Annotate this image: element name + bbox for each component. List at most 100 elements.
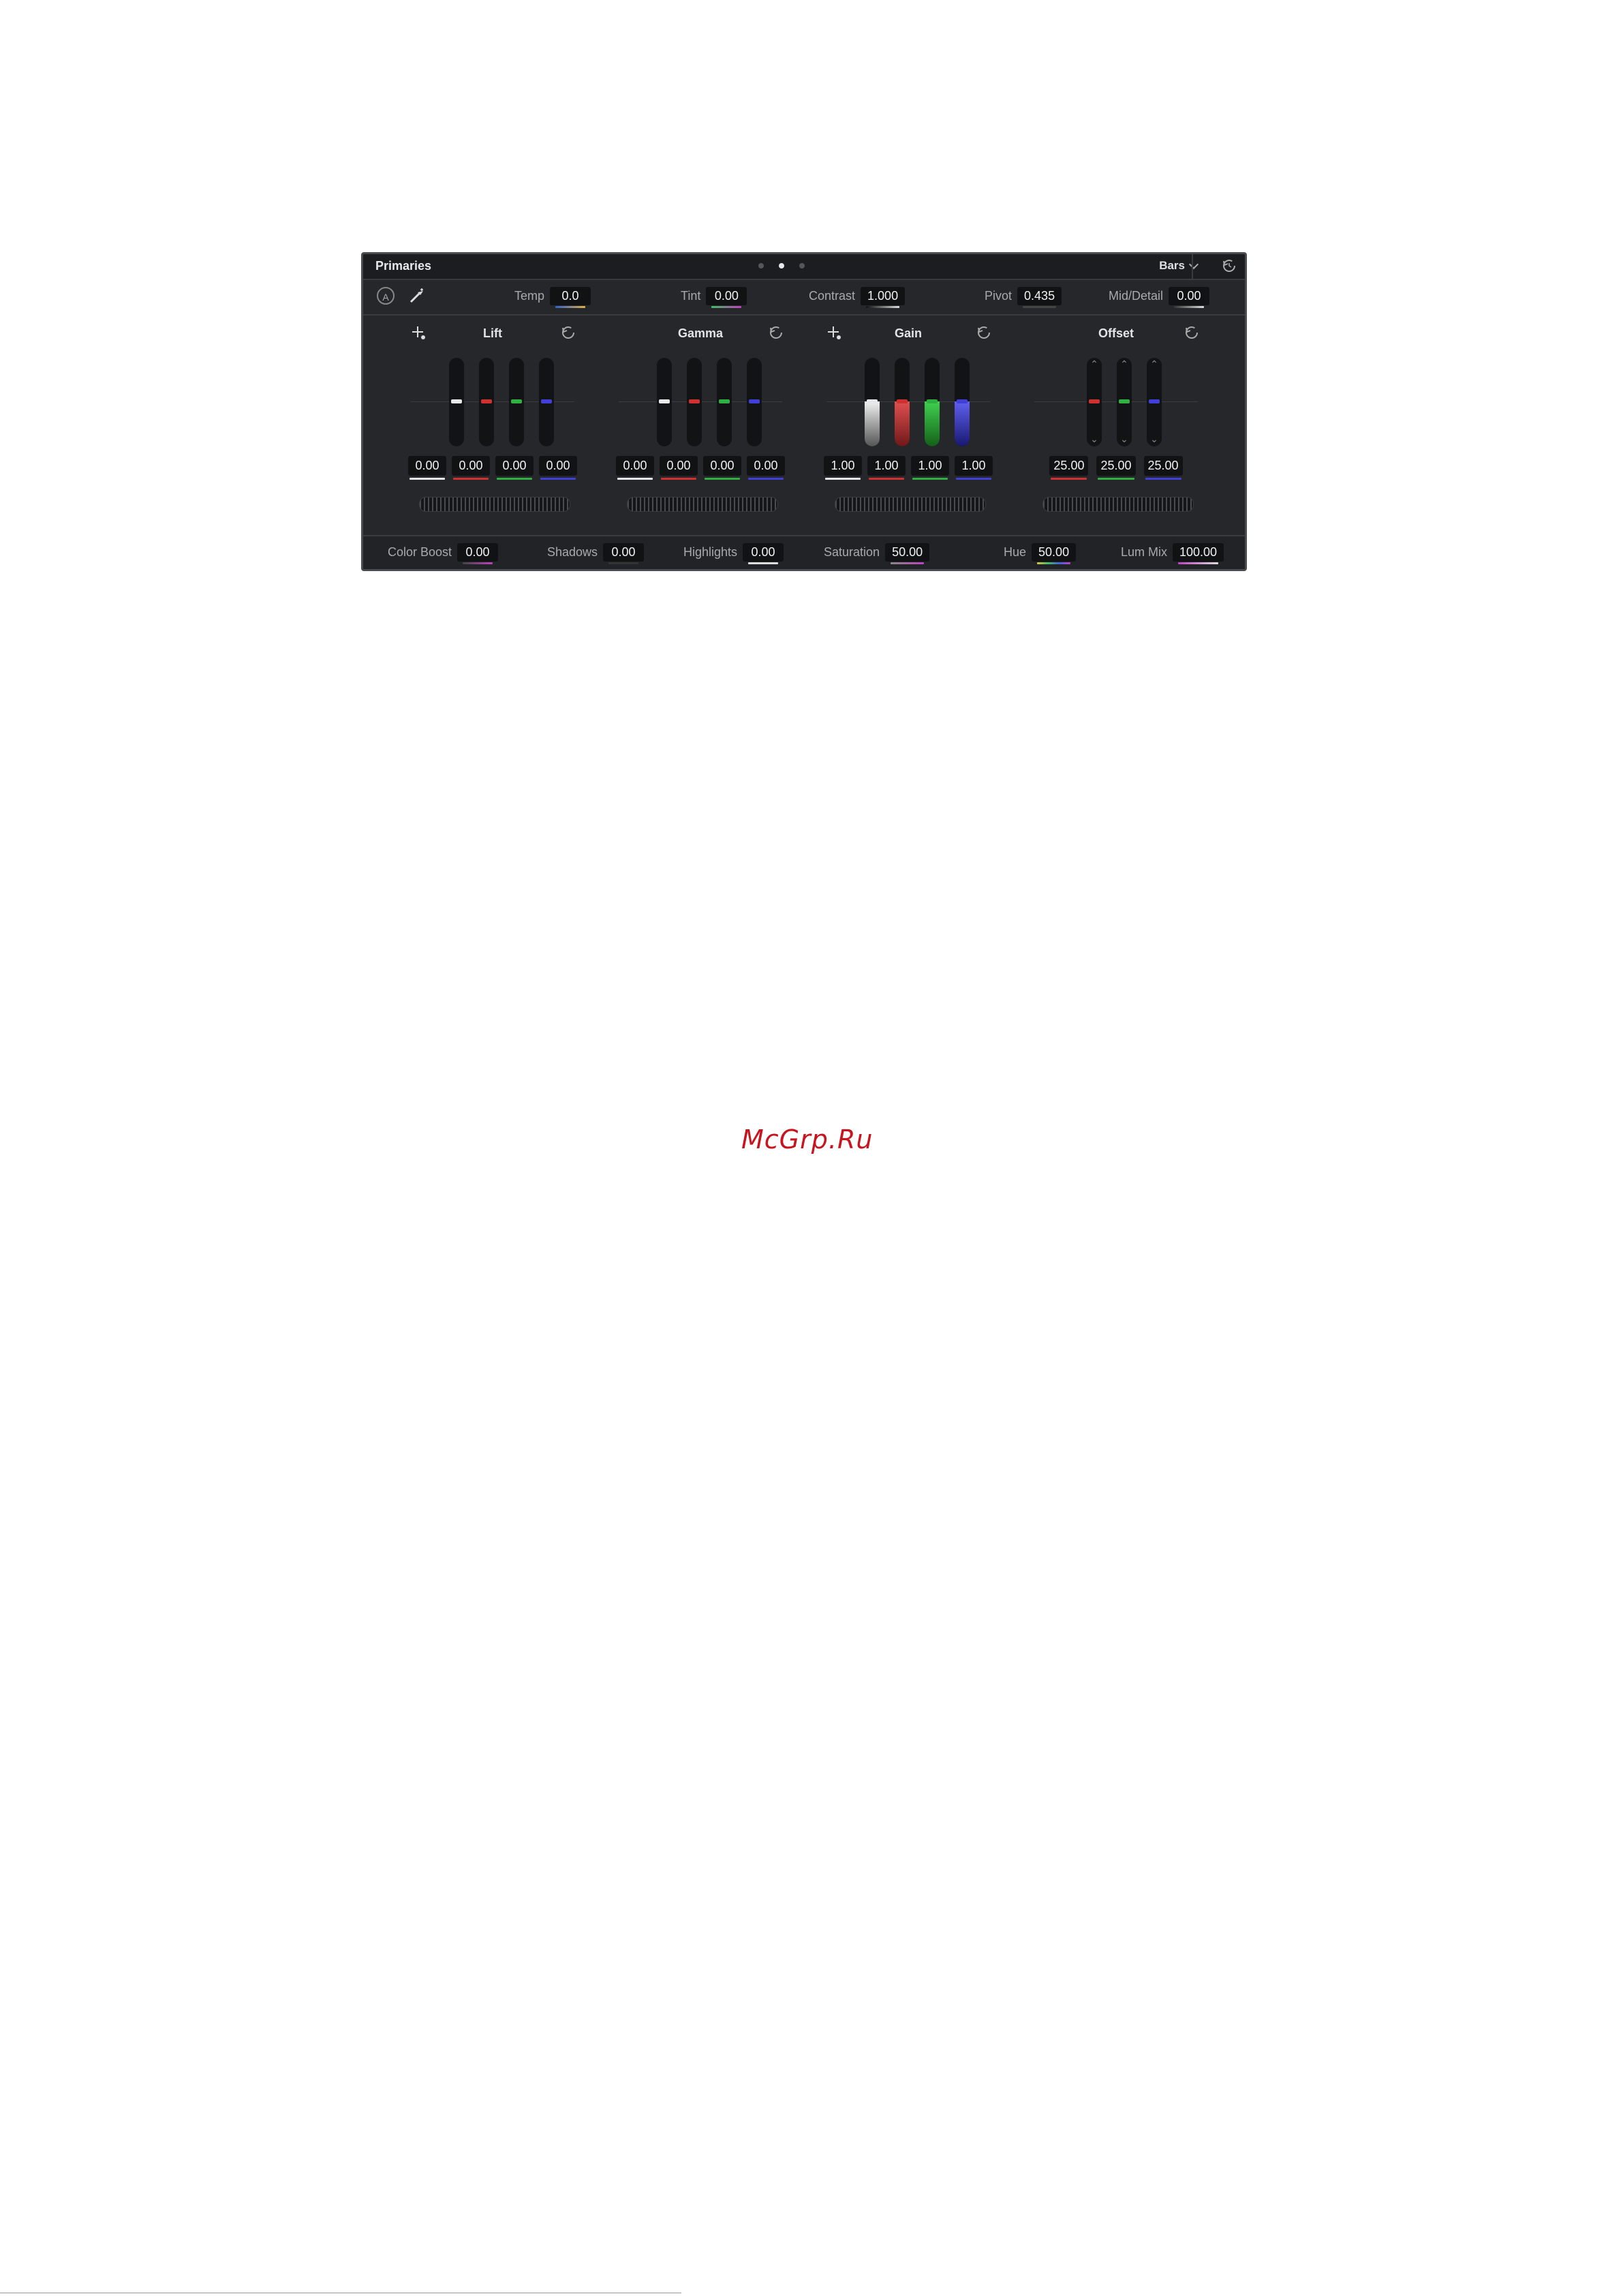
gamma-handle-y[interactable] bbox=[659, 399, 670, 403]
lift-values: 0.00 0.00 0.00 0.00 bbox=[390, 456, 595, 480]
chevron-up-icon[interactable]: ⌃ bbox=[1147, 359, 1162, 369]
offset-bar-area: ⌃ ⌄ ⌃ ⌄ ⌃ ⌄ bbox=[1014, 358, 1218, 449]
mid-detail-control: Mid/Detail 0.00 bbox=[1109, 287, 1210, 308]
gain-value-b[interactable]: 1.00 bbox=[955, 456, 993, 480]
gamma-bar-y[interactable] bbox=[657, 358, 672, 446]
gain-values: 1.00 1.00 1.00 1.00 bbox=[806, 456, 1010, 480]
offset-reset-icon[interactable] bbox=[1184, 325, 1199, 340]
lift-bar-g[interactable] bbox=[509, 358, 524, 446]
color-boost-control: Color Boost 0.00 bbox=[388, 543, 499, 564]
offset-handle-r[interactable] bbox=[1089, 399, 1100, 403]
temp-field[interactable]: 0.0 bbox=[550, 287, 591, 308]
offset-value-b[interactable]: 25.00 bbox=[1143, 456, 1183, 480]
page-dots[interactable] bbox=[758, 263, 805, 269]
gain-bar-r[interactable] bbox=[895, 358, 910, 446]
page-dot-3[interactable] bbox=[799, 263, 805, 269]
lift-bar-y[interactable] bbox=[449, 358, 464, 446]
gamma-bar-r[interactable] bbox=[687, 358, 702, 446]
gamma-handle-g[interactable] bbox=[719, 399, 730, 403]
gamma-values: 0.00 0.00 0.00 0.00 bbox=[598, 456, 803, 480]
lift-handle-g[interactable] bbox=[511, 399, 522, 403]
pivot-control: Pivot 0.435 bbox=[985, 287, 1062, 308]
midline bbox=[1034, 401, 1198, 402]
gain-value-r[interactable]: 1.00 bbox=[867, 456, 906, 480]
gain-handle-b[interactable] bbox=[957, 399, 968, 403]
tint-control: Tint 0.00 bbox=[681, 287, 747, 308]
gamma-bar-b[interactable] bbox=[747, 358, 762, 446]
chevron-up-icon[interactable]: ⌃ bbox=[1087, 359, 1102, 369]
gamma-bars: Gamma 0.00 0.00 0.00 0.00 bbox=[598, 320, 803, 517]
gain-handle-g[interactable] bbox=[927, 399, 938, 403]
shadows-field[interactable]: 0.00 bbox=[603, 543, 645, 564]
lift-bar-b[interactable] bbox=[539, 358, 554, 446]
lift-handle-r[interactable] bbox=[481, 399, 492, 403]
offset-bar-g[interactable]: ⌃ ⌄ bbox=[1117, 358, 1132, 446]
lift-handle-y[interactable] bbox=[451, 399, 462, 403]
lift-bar-r[interactable] bbox=[479, 358, 494, 446]
gamma-bar-g[interactable] bbox=[717, 358, 732, 446]
gain-bar-g[interactable] bbox=[925, 358, 940, 446]
gain-value-y[interactable]: 1.00 bbox=[824, 456, 862, 480]
mode-dropdown-label: Bars bbox=[1159, 259, 1185, 272]
lift-value-b[interactable]: 0.00 bbox=[539, 456, 577, 480]
offset-handle-b[interactable] bbox=[1149, 399, 1160, 403]
chevron-down-icon[interactable]: ⌄ bbox=[1117, 434, 1132, 444]
gain-handle-r[interactable] bbox=[897, 399, 908, 403]
gamma-value-g[interactable]: 0.00 bbox=[703, 456, 741, 480]
shadows-label: Shadows bbox=[547, 545, 598, 559]
auto-balance-button[interactable]: A bbox=[377, 287, 395, 305]
lift-value-g[interactable]: 0.00 bbox=[495, 456, 534, 480]
lift-value-y[interactable]: 0.00 bbox=[408, 456, 446, 480]
pivot-field[interactable]: 0.435 bbox=[1017, 287, 1062, 308]
mid-detail-label: Mid/Detail bbox=[1109, 289, 1164, 303]
page-dot-1[interactable] bbox=[758, 263, 764, 269]
lift-handle-b[interactable] bbox=[541, 399, 552, 403]
pivot-label: Pivot bbox=[985, 289, 1013, 303]
gain-handle-y[interactable] bbox=[867, 399, 878, 403]
panel-header: Primaries Bars bbox=[363, 254, 1245, 280]
gamma-handle-r[interactable] bbox=[689, 399, 700, 403]
gain-bar-y[interactable] bbox=[865, 358, 880, 446]
gain-reset-icon[interactable] bbox=[976, 325, 991, 340]
saturation-label: Saturation bbox=[824, 545, 880, 559]
gamma-reset-icon[interactable] bbox=[769, 325, 784, 340]
saturation-control: Saturation 50.00 bbox=[824, 543, 930, 564]
header-divider bbox=[1192, 254, 1193, 279]
offset-handle-g[interactable] bbox=[1119, 399, 1130, 403]
offset-master-wheel[interactable] bbox=[1042, 497, 1194, 512]
hue-control: Hue 50.00 bbox=[1004, 543, 1077, 564]
lift-bar-area bbox=[390, 358, 595, 449]
tint-field[interactable]: 0.00 bbox=[706, 287, 747, 308]
chevron-down-icon[interactable]: ⌄ bbox=[1087, 434, 1102, 444]
mid-detail-field[interactable]: 0.00 bbox=[1169, 287, 1210, 308]
saturation-field[interactable]: 50.00 bbox=[885, 543, 930, 564]
lum-mix-field[interactable]: 100.00 bbox=[1173, 543, 1224, 564]
gamma-value-r[interactable]: 0.00 bbox=[660, 456, 698, 480]
offset-bar-b[interactable]: ⌃ ⌄ bbox=[1147, 358, 1162, 446]
offset-value-r[interactable]: 25.00 bbox=[1049, 456, 1089, 480]
gain-master-wheel[interactable] bbox=[835, 497, 986, 512]
lift-bars: Lift 0.00 0.00 0.00 0.00 bbox=[390, 320, 595, 517]
contrast-field[interactable]: 1.000 bbox=[861, 287, 906, 308]
white-balance-picker-icon[interactable] bbox=[407, 286, 427, 306]
page-dot-2[interactable] bbox=[779, 263, 784, 269]
lift-reset-icon[interactable] bbox=[561, 325, 576, 340]
highlights-field[interactable]: 0.00 bbox=[743, 543, 784, 564]
gain-bar-b[interactable] bbox=[955, 358, 970, 446]
hue-field[interactable]: 50.00 bbox=[1032, 543, 1077, 564]
lift-master-wheel[interactable] bbox=[419, 497, 570, 512]
gain-fill-y bbox=[865, 401, 880, 446]
gamma-master-wheel[interactable] bbox=[627, 497, 778, 512]
chevron-up-icon[interactable]: ⌃ bbox=[1117, 359, 1132, 369]
offset-value-g[interactable]: 25.00 bbox=[1096, 456, 1136, 480]
gain-value-g[interactable]: 1.00 bbox=[911, 456, 949, 480]
gamma-handle-b[interactable] bbox=[749, 399, 760, 403]
color-boost-field[interactable]: 0.00 bbox=[457, 543, 499, 564]
offset-bar-r[interactable]: ⌃ ⌄ bbox=[1087, 358, 1102, 446]
lum-mix-label: Lum Mix bbox=[1121, 545, 1168, 559]
gamma-value-b[interactable]: 0.00 bbox=[747, 456, 785, 480]
lift-value-r[interactable]: 0.00 bbox=[452, 456, 490, 480]
gamma-value-y[interactable]: 0.00 bbox=[616, 456, 654, 480]
reset-all-icon[interactable] bbox=[1222, 258, 1237, 273]
chevron-down-icon[interactable]: ⌄ bbox=[1147, 434, 1162, 444]
